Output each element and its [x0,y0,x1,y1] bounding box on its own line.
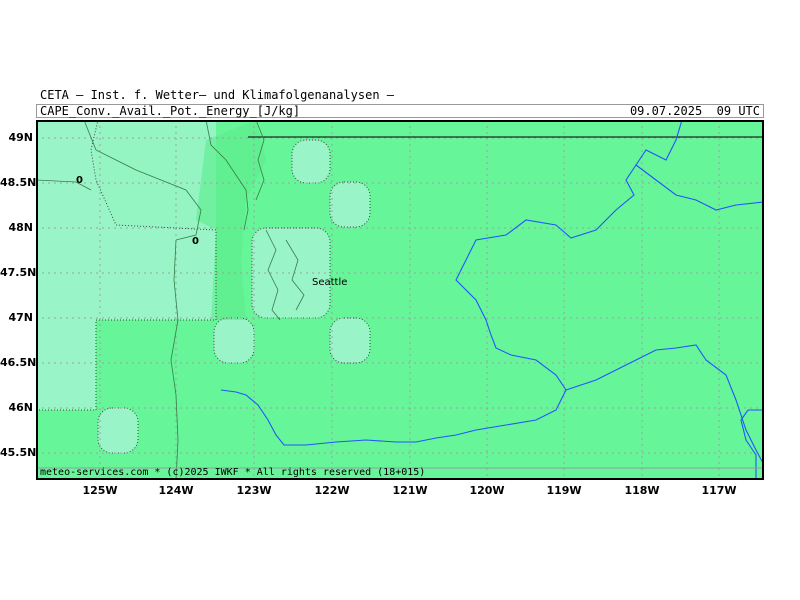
contour-label-zero-1: 0 [76,175,83,186]
copyright-note: meteo-services.com * (c)2025 IWKF * All … [40,467,426,478]
lat-label-47-5n: 47.5N [0,266,37,279]
lat-label-46-5n: 46.5N [0,356,37,369]
lat-label-48n: 48N [8,221,33,234]
lon-label-121w: 121W [392,484,428,497]
city-label-seattle: Seattle [312,277,347,288]
cape-low-patch-south [98,408,138,453]
institute-header: CETA — Inst. f. Wetter— und Klimafolgena… [40,88,395,102]
lon-label-117w: 117W [701,484,737,497]
lon-label-119w: 119W [546,484,582,497]
lon-label-123w: 123W [236,484,272,497]
parameter-title: CAPE_Conv._Avail._Pot._Energy_[J/kg] [40,104,301,118]
lon-label-122w: 122W [314,484,350,497]
lon-label-120w: 120W [469,484,505,497]
contour-label-zero-2: 0 [192,236,199,247]
lat-label-48-5n: 48.5N [0,176,37,189]
lat-label-45-5n: 45.5N [0,446,37,459]
lat-label-49n: 49N [8,131,33,144]
lat-label-47n: 47N [8,311,33,324]
cape-low-patch-north1 [292,140,330,183]
cape-low-patch-north2 [330,182,370,227]
title-bar: CAPE_Conv._Avail._Pot._Energy_[J/kg] 09.… [36,104,764,118]
lat-label-46n: 46N [8,401,33,414]
cape-low-patch-east [330,318,370,363]
lon-label-124w: 124W [158,484,194,497]
map-canvas: 0 0 Seattle [36,120,764,480]
valid-time: 09.07.2025 09 UTC [629,104,760,118]
lon-label-118w: 118W [624,484,660,497]
lon-label-125w: 125W [82,484,118,497]
cape-low-patch-central [214,318,254,363]
cape-map: 0 0 Seattle [36,120,764,480]
